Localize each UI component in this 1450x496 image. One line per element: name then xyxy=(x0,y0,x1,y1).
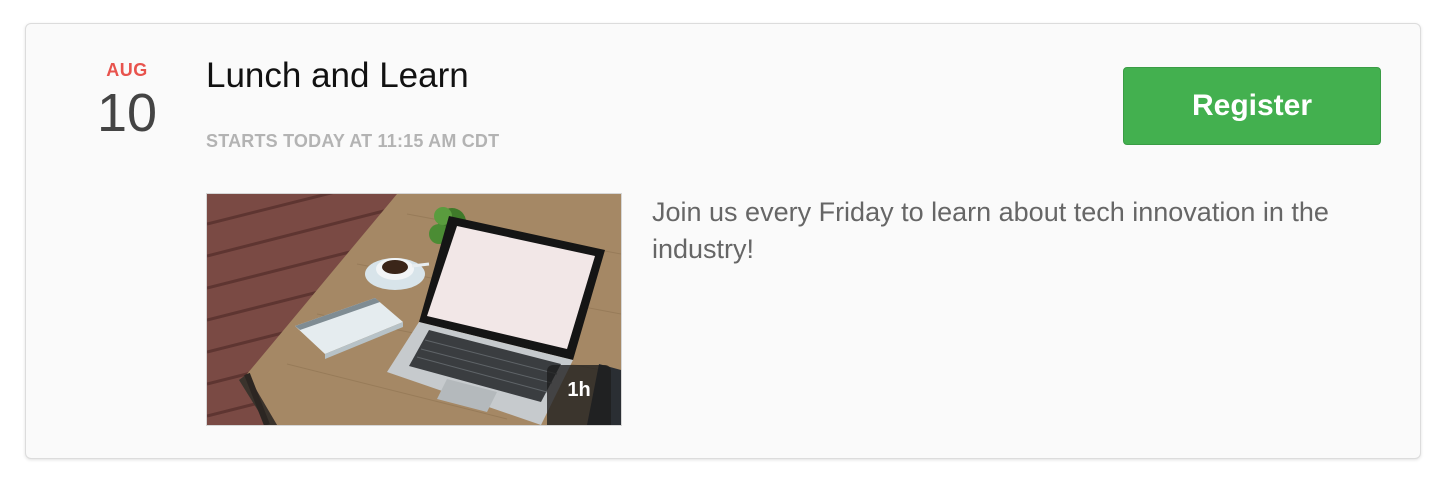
event-date: AUG 10 xyxy=(86,60,168,143)
event-thumbnail[interactable]: 1h xyxy=(206,193,622,426)
event-description: Join us every Friday to learn about tech… xyxy=(652,197,1329,264)
duration-badge: 1h xyxy=(547,365,611,425)
event-start-time: STARTS TODAY AT 11:15 AM CDT xyxy=(206,131,500,151)
event-month: AUG xyxy=(106,60,148,80)
event-card: AUG 10 Lunch and Learn STARTS TODAY AT 1… xyxy=(25,23,1421,459)
register-button[interactable]: Register xyxy=(1123,67,1381,145)
event-day: 10 xyxy=(96,83,158,143)
event-title[interactable]: Lunch and Learn xyxy=(206,56,469,96)
